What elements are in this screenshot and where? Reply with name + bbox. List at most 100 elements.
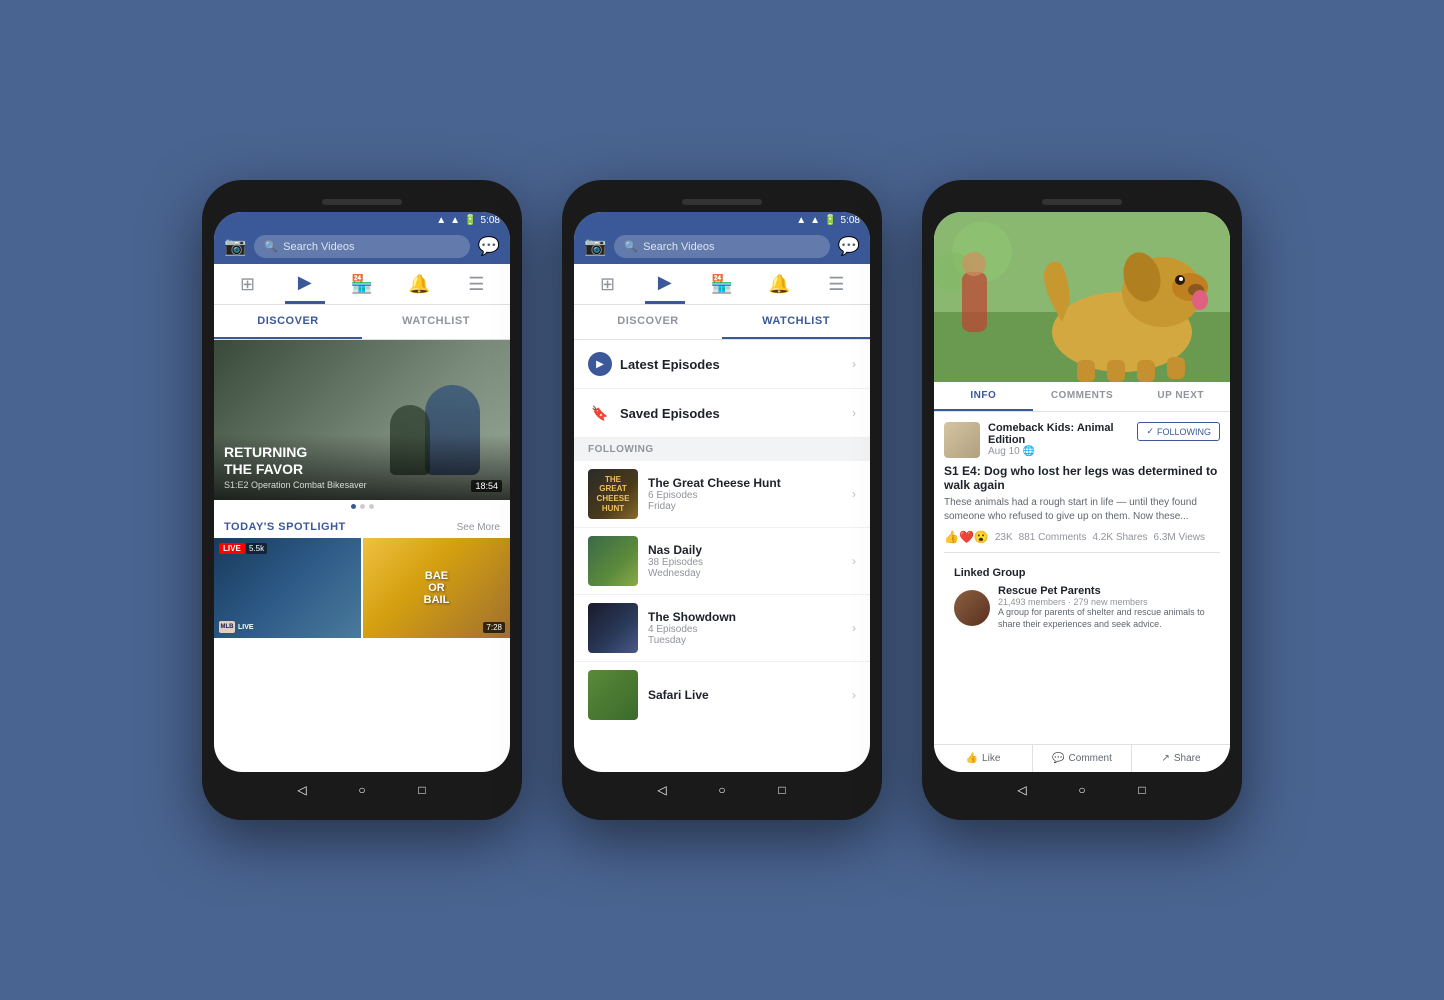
shares-count: 4.2K Shares <box>1092 532 1147 543</box>
search-placeholder-2: Search Videos <box>643 241 714 253</box>
comment-btn[interactable]: 💬 Comment <box>1033 745 1132 772</box>
nav-market-2[interactable]: 🏪 <box>702 274 742 303</box>
hero-subtitle-1: S1:E2 Operation Combat Bikesaver <box>224 480 500 490</box>
latest-chevron: › <box>852 357 856 371</box>
share-btn[interactable]: ↗ Share <box>1132 745 1230 772</box>
back-btn-2[interactable]: ◁ <box>652 780 672 800</box>
tab-discover-1[interactable]: DISCOVER <box>214 305 362 339</box>
show-day-nas: Wednesday <box>648 568 842 579</box>
check-icon: ✓ <box>1146 426 1154 437</box>
spotlight-item-mlb[interactable]: MLB LIVE LIVE 5.5k <box>214 538 361 638</box>
nav-menu-2[interactable]: ☰ <box>816 274 856 303</box>
phone-1-bottom: ◁ ○ □ <box>214 772 510 808</box>
nav-feed-2[interactable]: ⊞ <box>588 274 628 303</box>
latest-episodes-label: Latest Episodes <box>620 357 720 372</box>
nas-chevron: › <box>852 554 856 568</box>
recents-btn-2[interactable]: □ <box>772 780 792 800</box>
video-info-section: Comeback Kids: Animal Edition Aug 10 🌐 ✓… <box>934 412 1230 648</box>
episode-title: S1 E4: Dog who lost her legs was determi… <box>944 464 1220 492</box>
show-title-info: Comeback Kids: Animal Edition Aug 10 🌐 <box>988 422 1129 457</box>
detail-content: Comeback Kids: Animal Edition Aug 10 🌐 ✓… <box>934 412 1230 744</box>
nav-video-1[interactable]: ▶ <box>285 272 325 304</box>
latest-episodes-row[interactable]: ▶ Latest Episodes › <box>574 340 870 389</box>
show-item-safari[interactable]: Safari Live › <box>574 662 870 728</box>
hero-duration-1: 18:54 <box>471 480 502 492</box>
messenger-icon-2[interactable]: 💬 <box>838 236 860 257</box>
show-avatar-3 <box>944 422 980 458</box>
phone-3: INFO COMMENTS UP NEXT Comeback Kids: Ani… <box>922 180 1242 820</box>
nav-feed-1[interactable]: ⊞ <box>228 274 268 303</box>
nav-market-1[interactable]: 🏪 <box>342 274 382 303</box>
nav-icons-1: ⊞ ▶ 🏪 🔔 ☰ <box>214 264 510 305</box>
show-episodes-showdown: 4 Episodes <box>648 624 842 635</box>
show-name-nas: Nas Daily <box>648 543 842 557</box>
home-btn-1[interactable]: ○ <box>352 780 372 800</box>
see-more-btn[interactable]: See More <box>457 522 500 533</box>
messenger-icon-1[interactable]: 💬 <box>478 236 500 257</box>
dot-2 <box>360 504 365 509</box>
tab-watchlist-1[interactable]: WATCHLIST <box>362 305 510 339</box>
saved-episodes-label: Saved Episodes <box>620 406 720 421</box>
status-time-2: 5:08 <box>841 215 860 226</box>
comments-count: 881 Comments <box>1019 532 1087 543</box>
camera-icon-1[interactable]: 📷 <box>224 236 246 257</box>
comment-label: Comment <box>1069 753 1112 764</box>
show-item-showdown[interactable]: The Showdown 4 Episodes Tuesday › <box>574 595 870 662</box>
comment-icon: 💬 <box>1052 753 1064 764</box>
phone-2-bottom: ◁ ○ □ <box>574 772 870 808</box>
hero-title-1: RETURNINGTHE FAVOR <box>224 444 500 478</box>
notch-bar <box>322 199 402 205</box>
tab-watchlist-2[interactable]: WATCHLIST <box>722 305 870 339</box>
search-bar-2[interactable]: 🔍 Search Videos <box>614 235 829 258</box>
spotlight-item-bae[interactable]: BAEORBAIL 7:28 <box>363 538 510 638</box>
search-bar-1[interactable]: 🔍 Search Videos <box>254 235 469 258</box>
show-item-nas[interactable]: Nas Daily 38 Episodes Wednesday › <box>574 528 870 595</box>
phone-1-notch <box>214 192 510 212</box>
hero-video-1[interactable]: RETURNINGTHE FAVOR S1:E2 Operation Comba… <box>214 340 510 500</box>
recents-btn-3[interactable]: □ <box>1132 780 1152 800</box>
phone-2-notch <box>574 192 870 212</box>
tab-discover-2[interactable]: DISCOVER <box>574 305 722 339</box>
following-btn[interactable]: ✓ FOLLOWING <box>1137 422 1220 441</box>
search-icon-2: 🔍 <box>624 240 638 253</box>
nav-notif-1[interactable]: 🔔 <box>399 274 439 303</box>
tab-comments[interactable]: COMMENTS <box>1033 382 1132 411</box>
saved-episodes-left: 🔖 Saved Episodes <box>588 401 720 425</box>
nav-menu-1[interactable]: ☰ <box>456 274 496 303</box>
episode-desc: These animals had a rough start in life … <box>944 496 1220 524</box>
tabs-1: DISCOVER WATCHLIST <box>214 305 510 340</box>
back-btn-3[interactable]: ◁ <box>1012 780 1032 800</box>
group-desc: A group for parents of shelter and rescu… <box>998 607 1210 630</box>
linked-group-section: Linked Group Rescue Pet Parents 21,493 m… <box>944 559 1220 638</box>
like-reaction: 👍 <box>944 530 959 544</box>
show-item-cheese[interactable]: THE GREAT CHEESE HUNT The Great Cheese H… <box>574 461 870 528</box>
bae-duration: 7:28 <box>483 622 505 633</box>
globe-icon: 🌐 <box>1022 446 1034 457</box>
tab-upnext[interactable]: UP NEXT <box>1131 382 1230 411</box>
camera-icon-2[interactable]: 📷 <box>584 236 606 257</box>
show-thumb-cheese: THE GREAT CHEESE HUNT <box>588 469 638 519</box>
tabs-2: DISCOVER WATCHLIST <box>574 305 870 340</box>
bookmark-icon: 🔖 <box>588 401 612 425</box>
phone-1-screen: ▲ ▲ 🔋 5:08 📷 🔍 Search Videos 💬 ⊞ ▶ 🏪 🔔 <box>214 212 510 772</box>
group-row[interactable]: Rescue Pet Parents 21,493 members · 279 … <box>954 585 1210 630</box>
saved-episodes-row[interactable]: 🔖 Saved Episodes › <box>574 389 870 438</box>
show-thumb-safari <box>588 670 638 720</box>
battery-icon: 🔋 <box>464 215 476 226</box>
nas-bg <box>588 536 638 586</box>
info-tabs-3: INFO COMMENTS UP NEXT <box>934 382 1230 412</box>
phones-container: ▲ ▲ 🔋 5:08 📷 🔍 Search Videos 💬 ⊞ ▶ 🏪 🔔 <box>162 140 1282 860</box>
group-avatar <box>954 590 990 626</box>
saved-chevron: › <box>852 406 856 420</box>
show-info-safari: Safari Live <box>648 688 842 702</box>
reaction-count: 23K <box>995 532 1013 543</box>
nav-video-2[interactable]: ▶ <box>645 272 685 304</box>
home-btn-2[interactable]: ○ <box>712 780 732 800</box>
back-btn-1[interactable]: ◁ <box>292 780 312 800</box>
like-btn[interactable]: 👍 Like <box>934 745 1033 772</box>
recents-btn-1[interactable]: □ <box>412 780 432 800</box>
spotlight-grid: MLB LIVE LIVE 5.5k BAEORBAIL 7:28 <box>214 538 510 772</box>
nav-notif-2[interactable]: 🔔 <box>759 274 799 303</box>
home-btn-3[interactable]: ○ <box>1072 780 1092 800</box>
tab-info[interactable]: INFO <box>934 382 1033 411</box>
